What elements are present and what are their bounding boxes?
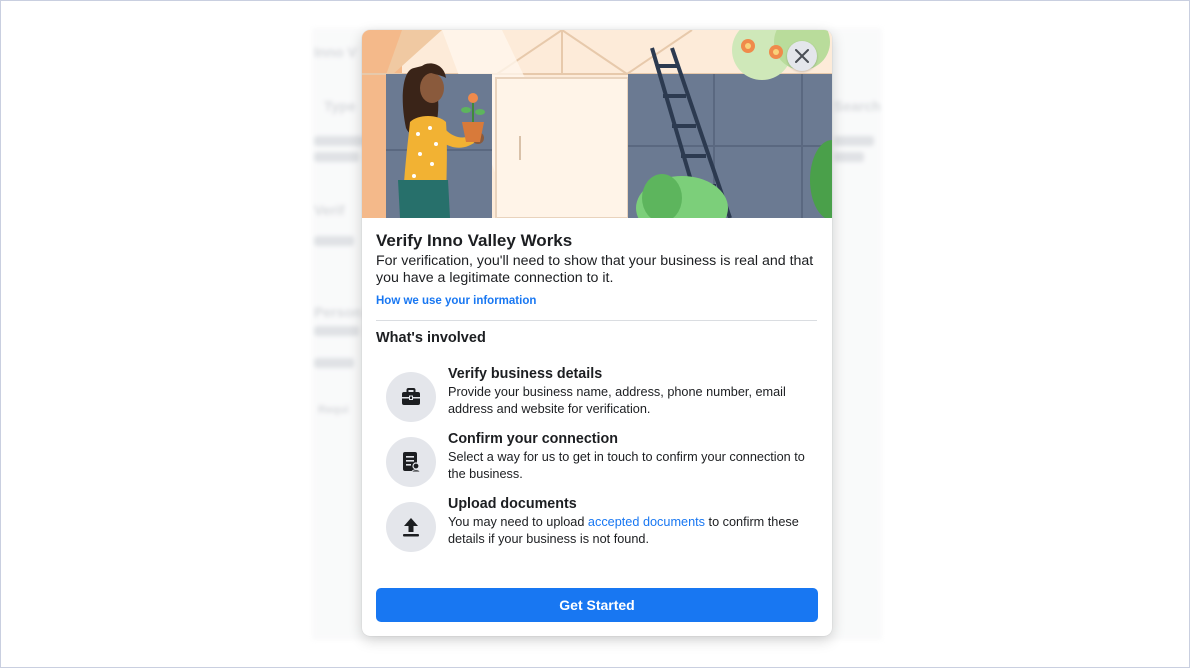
section-title: What's involved	[376, 330, 486, 346]
bg-fragment: Search	[834, 98, 881, 114]
bg-line	[314, 136, 364, 146]
step-title: Upload documents	[448, 496, 577, 512]
verification-dialog: Verify Inno Valley Works For verificatio…	[362, 30, 832, 636]
close-icon	[795, 49, 809, 63]
bg-line	[834, 136, 874, 146]
bg-fragment: Inno V	[314, 44, 357, 60]
step-icon-circle	[386, 437, 436, 487]
accepted-documents-link[interactable]: accepted documents	[588, 515, 705, 529]
document-person-icon	[403, 452, 420, 473]
step-description: Provide your business name, address, pho…	[448, 385, 786, 416]
step-icon-circle	[386, 502, 436, 552]
get-started-button[interactable]: Get Started	[376, 588, 818, 622]
close-button[interactable]	[787, 41, 817, 71]
step-description-text: You may need to upload	[448, 515, 588, 529]
step-title: Verify business details	[448, 366, 603, 382]
divider	[376, 320, 817, 321]
bg-line	[834, 152, 864, 162]
upload-icon	[403, 518, 419, 537]
step-confirm-connection: Confirm your connection Select a way for…	[386, 431, 816, 493]
bg-line	[314, 236, 354, 246]
how-we-use-info-link[interactable]: How we use your information	[376, 295, 536, 307]
step-upload-documents: Upload documents You may need to upload …	[386, 496, 816, 558]
step-description: You may need to upload accepted document…	[448, 514, 814, 548]
dialog-title: Verify Inno Valley Works	[376, 231, 573, 250]
bg-line	[314, 326, 359, 336]
step-title: Confirm your connection	[448, 431, 618, 447]
bg-fragment: Verif	[314, 202, 345, 218]
bg-line	[314, 358, 354, 368]
briefcase-icon	[402, 388, 420, 405]
bg-fragment: Person	[314, 304, 362, 320]
bg-line	[314, 152, 359, 162]
dialog-description: For verification, you'll need to show th…	[376, 253, 814, 286]
bg-fragment: Requi	[318, 404, 349, 416]
step-icon-circle	[386, 372, 436, 422]
step-verify-business-details: Verify business details Provide your bus…	[386, 366, 816, 428]
bg-fragment: Type	[324, 98, 356, 114]
step-description: Select a way for us to get in touch to c…	[448, 450, 805, 481]
hero-illustration	[362, 30, 832, 218]
